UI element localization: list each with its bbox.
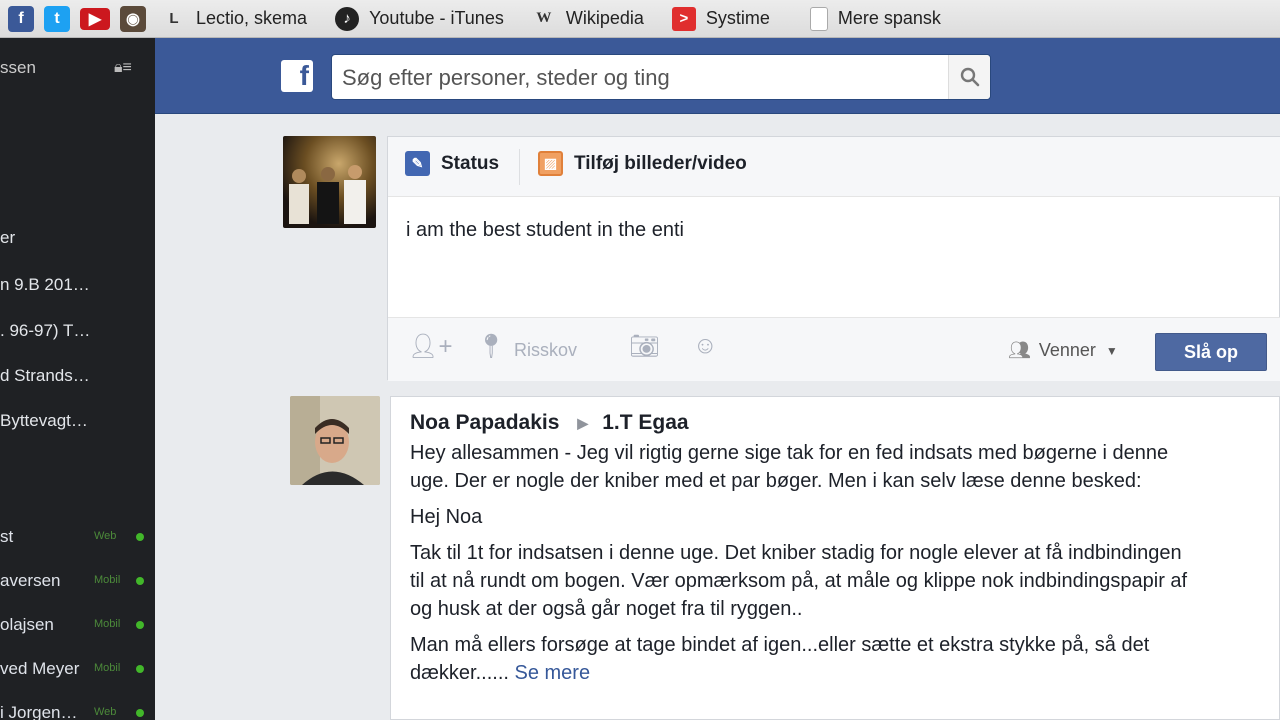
chat-contact-name: aversen: [0, 571, 61, 590]
bookmark-systime[interactable]: > Systime: [671, 6, 770, 31]
facebook-logo-icon[interactable]: f: [281, 60, 313, 92]
user-avatar[interactable]: [283, 136, 376, 228]
pencil-icon: ✎: [405, 151, 430, 176]
arrow-right-icon: ▶: [577, 414, 589, 431]
bookmark-lectio[interactable]: L Lectio, skema: [162, 7, 307, 31]
chat-contact[interactable]: ved Meyer Mobil: [0, 659, 155, 679]
camera-icon[interactable]: 📷︎: [629, 332, 659, 361]
chat-contact-name: ved Meyer: [0, 659, 80, 678]
sidebar-group-item[interactable]: . 96-97) T…: [0, 321, 90, 341]
sidebar-group-item[interactable]: n 9.B 201…: [0, 275, 90, 295]
tab-add-photo-video[interactable]: ▨ Tilføj billeder/video: [538, 151, 747, 176]
online-dot-icon: [136, 533, 144, 541]
chat-contact-name: i Jorgen…: [0, 703, 78, 720]
chat-status: Web: [94, 706, 117, 718]
search-box: [331, 54, 991, 100]
tag-friends-icon[interactable]: 👤︎+: [408, 332, 452, 361]
lectio-icon: L: [169, 10, 179, 27]
search-button[interactable]: [948, 55, 990, 99]
audience-selector[interactable]: 👥︎ Venner ▼: [1008, 340, 1118, 361]
chat-status: Mobil: [94, 574, 121, 586]
status-textarea[interactable]: i am the best student in the enti: [406, 219, 1256, 299]
post-author-avatar[interactable]: [290, 396, 380, 485]
chat-contact[interactable]: st Web: [0, 527, 155, 547]
chat-contact[interactable]: i Jorgen… Web: [0, 703, 155, 720]
bookmarks-bar: f t ▶ ◉ L Lectio, skema ♪ Youtube - iTun…: [0, 0, 1280, 38]
tab-status[interactable]: ✎ Status: [405, 151, 499, 176]
smiley-icon[interactable]: ☺︎: [693, 332, 718, 360]
online-dot-icon: [136, 709, 144, 717]
feed-post: Noa Papadakis ▶ 1.T Egaa Hey allesammen …: [390, 396, 1280, 720]
systime-icon: >: [671, 6, 696, 31]
chat-status: Web: [94, 530, 117, 542]
post-header: Noa Papadakis ▶ 1.T Egaa: [410, 411, 689, 435]
chat-contact[interactable]: aversen Mobil: [0, 571, 155, 591]
wikipedia-icon: W: [536, 10, 552, 26]
instagram-bookmark-icon[interactable]: ◉: [120, 5, 146, 32]
online-dot-icon: [136, 665, 144, 673]
tab-divider: [519, 149, 520, 185]
composer-tabs: ✎ Status ▨ Tilføj billeder/video: [388, 137, 1280, 197]
post-paragraph: Tak til 1t for indsatsen i denne uge. De…: [410, 542, 1188, 620]
youtube-bookmark-icon[interactable]: ▶: [80, 7, 110, 30]
twitter-bookmark-icon[interactable]: t: [44, 5, 70, 32]
bookmark-mere-spansk[interactable]: Mere spansk: [809, 6, 941, 31]
search-input[interactable]: [342, 63, 942, 93]
chat-status: Mobil: [94, 662, 121, 674]
photo-icon: ▨: [538, 151, 563, 176]
composer-footer: 👤︎+ 📍︎ Risskov 📷︎ ☺︎ 👥︎ Venner ▼ Slå op: [388, 317, 1280, 381]
post-author-link[interactable]: Noa Papadakis: [410, 411, 559, 435]
sidebar-group-item[interactable]: er: [0, 228, 15, 248]
chat-status: Mobil: [94, 618, 121, 630]
post-paragraph: Hej Noa: [410, 506, 483, 528]
left-sidebar: ssen 🔒︎≡ er n 9.B 201… . 96-97) T… d Str…: [0, 38, 155, 720]
chat-contact-name: olajsen: [0, 615, 54, 634]
facebook-bookmark-icon[interactable]: f: [8, 5, 34, 32]
post-group-link[interactable]: 1.T Egaa: [602, 411, 688, 435]
search-icon: [960, 67, 979, 87]
post-button[interactable]: Slå op: [1155, 333, 1267, 371]
top-navigation-bar: f: [155, 38, 1280, 114]
post-paragraph-last: Man må ellers forsøge at tage bindet af …: [410, 631, 1190, 687]
online-dot-icon: [136, 577, 144, 585]
friends-icon: 👥︎: [1008, 340, 1031, 360]
lock-list-icon[interactable]: 🔒︎≡: [114, 59, 132, 77]
location-pin-icon[interactable]: 📍︎: [476, 332, 506, 361]
chevron-down-icon: ▼: [1105, 343, 1118, 358]
bookmark-wikipedia[interactable]: W Wikipedia: [532, 7, 644, 31]
post-body: Hey allesammen - Jeg vil rigtig gerne si…: [410, 439, 1190, 695]
avatar-photo: [289, 165, 366, 224]
see-more-link[interactable]: Se mere: [515, 662, 591, 684]
document-icon: [809, 6, 828, 31]
bookmark-youtube-itunes[interactable]: ♪ Youtube - iTunes: [335, 6, 504, 31]
sidebar-group-item[interactable]: d Strands…: [0, 366, 90, 386]
location-label[interactable]: Risskov: [514, 340, 577, 361]
chat-contact-name: st: [0, 527, 14, 546]
post-paragraph: Hey allesammen - Jeg vil rigtig gerne si…: [410, 442, 1169, 492]
online-dot-icon: [136, 621, 144, 629]
chat-contact[interactable]: olajsen Mobil: [0, 615, 155, 635]
avatar-photo: [290, 396, 380, 485]
user-name[interactable]: ssen: [0, 58, 36, 78]
status-composer: ✎ Status ▨ Tilføj billeder/video i am th…: [387, 136, 1280, 381]
sidebar-group-item[interactable]: Byttevagt…: [0, 411, 88, 431]
itunes-icon: ♪: [335, 6, 360, 31]
